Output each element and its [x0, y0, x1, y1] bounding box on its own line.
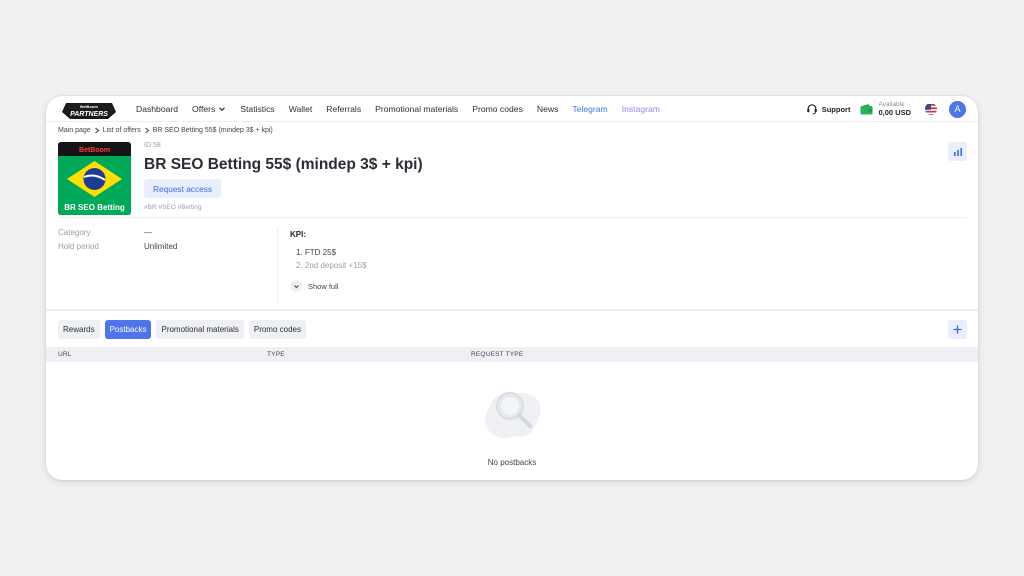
offer-image: BetBoom BR SEO Betting	[58, 142, 131, 215]
column-url: URL	[58, 351, 72, 358]
nav-instagram[interactable]: Instagram	[622, 104, 660, 114]
nav-promo-codes[interactable]: Promo codes	[472, 104, 523, 114]
breadcrumb-current: BR SEO Betting 55$ (mindep 3$ + kpi)	[152, 127, 273, 134]
add-postback-button[interactable]	[948, 320, 967, 339]
support-label: Support	[821, 104, 851, 114]
category-label: Category	[58, 228, 91, 237]
section-separator	[46, 309, 978, 311]
request-access-button[interactable]: Request access	[144, 179, 221, 198]
chevron-down-icon	[219, 107, 226, 112]
nav-referrals[interactable]: Referrals	[326, 104, 361, 114]
breadcrumb-list-of-offers[interactable]: List of offers	[103, 127, 141, 134]
kpi-title: KPI:	[290, 230, 306, 239]
avatar[interactable]: A	[949, 100, 966, 118]
column-type: TYPE	[267, 351, 285, 358]
show-full-label: Show full	[308, 281, 339, 291]
offer-image-brand: BetBoom	[79, 147, 110, 154]
nav-telegram[interactable]: Telegram	[572, 104, 607, 114]
vertical-divider	[277, 228, 278, 302]
svg-text:PARTNERS: PARTNERS	[70, 111, 108, 118]
wallet-amount: 0,00 USD	[878, 108, 911, 117]
betboom-partners-logo[interactable]: BetBoom PARTNERS	[62, 99, 116, 119]
tab-postbacks[interactable]: Postbacks	[104, 320, 152, 339]
kpi-item: 2. 2nd deposit +15$	[296, 261, 367, 270]
support-button[interactable]: Support	[806, 103, 851, 115]
table-header: URL TYPE REQUEST TYPE	[46, 347, 978, 362]
tab-promo-codes[interactable]: Promo codes	[248, 320, 306, 339]
chevron-right-icon	[144, 127, 150, 134]
breadcrumb-main-page[interactable]: Main page	[58, 127, 91, 134]
nav-offers[interactable]: Offers	[192, 104, 226, 114]
nav-offers-label: Offers	[192, 104, 216, 114]
statistics-button[interactable]	[948, 142, 967, 161]
nav-links: Dashboard Offers Statistics Wallet Refer…	[136, 96, 660, 122]
wallet-icon	[860, 103, 873, 114]
headset-icon	[806, 104, 817, 115]
chevron-down-icon	[290, 280, 302, 292]
bar-chart-icon	[953, 147, 962, 156]
hold-period-label: Hold period	[58, 242, 99, 251]
nav-wallet[interactable]: Wallet	[289, 104, 313, 114]
svg-text:BetBoom: BetBoom	[80, 104, 98, 109]
category-value: —	[144, 228, 152, 237]
wallet-balance[interactable]: Available 0,00 USD	[860, 101, 911, 117]
divider	[58, 217, 967, 218]
us-flag-icon[interactable]	[925, 103, 937, 115]
tab-rewards[interactable]: Rewards	[58, 320, 100, 339]
offer-tags: #BR #SEO #Betting	[144, 204, 202, 211]
breadcrumb: Main page List of offers BR SEO Betting …	[58, 127, 273, 134]
empty-state-text: No postbacks	[487, 458, 537, 467]
app-window: BetBoom PARTNERS Dashboard Offers Statis…	[46, 96, 978, 480]
show-full-button[interactable]: Show full	[290, 280, 338, 292]
page-title: BR SEO Betting 55$ (mindep 3$ + kpi)	[144, 156, 423, 173]
nav-right: Support Available 0,00 USD A	[806, 96, 966, 122]
offer-id: ID 58	[144, 142, 161, 149]
plus-icon	[953, 325, 962, 334]
offer-image-caption: BR SEO Betting	[64, 203, 125, 212]
column-request-type: REQUEST TYPE	[471, 351, 524, 358]
nav-news[interactable]: News	[537, 104, 559, 114]
nav-statistics[interactable]: Statistics	[240, 104, 274, 114]
empty-search-illustration	[480, 386, 544, 444]
hold-period-value: Unlimited	[144, 242, 178, 251]
nav-promotional-materials[interactable]: Promotional materials	[375, 104, 458, 114]
tabs: Rewards Postbacks Promotional materials …	[58, 320, 306, 339]
tab-promotional-materials[interactable]: Promotional materials	[156, 320, 244, 339]
chevron-right-icon	[94, 127, 100, 134]
top-navigation: BetBoom PARTNERS Dashboard Offers Statis…	[46, 96, 978, 122]
kpi-item: 1. FTD 25$	[296, 248, 337, 257]
nav-dashboard[interactable]: Dashboard	[136, 104, 178, 114]
